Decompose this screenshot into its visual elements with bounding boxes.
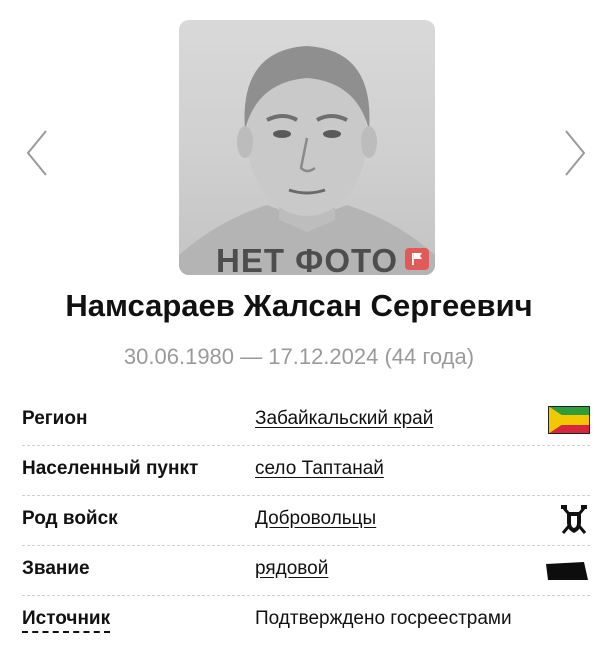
detail-row-branch: Род войск Добровольцы [22,496,590,546]
person-photo: НЕТ ФОТО [179,20,435,275]
portrait-sketch [179,46,435,275]
detail-row-settlement: Населенный пункт село Таптанай [22,446,590,496]
previous-arrow-icon[interactable] [24,128,52,178]
person-dates: 30.06.1980 — 17.12.2024 (44 года) [123,344,475,369]
settlement-link[interactable]: село Таптанай [255,458,384,480]
settlement-label: Населенный пункт [22,458,199,479]
branch-label: Род войск [22,508,118,529]
detail-row-region: Регион Забайкальский край [22,396,590,446]
next-arrow-icon[interactable] [560,128,588,178]
report-flag-button[interactable] [405,248,429,270]
detail-row-rank: Звание рядовой [22,546,590,596]
no-photo-label: НЕТ ФОТО [215,242,398,275]
source-value: Подтверждено госреестрами [255,608,512,629]
details-table: Регион Забайкальский край Населенный пун… [22,396,590,645]
flag-icon [412,253,422,265]
rank-label: Звание [22,558,90,579]
rank-link[interactable]: рядовой [255,558,328,580]
source-label[interactable]: Источник [22,608,111,633]
volunteers-emblem-icon [561,505,587,534]
region-label: Регион [22,408,88,429]
rank-insignia-icon [546,562,588,580]
region-link[interactable]: Забайкальский край [255,408,433,430]
zabaykalsky-flag-icon [548,406,590,434]
person-name: Намсараев Жалсан Сергеевич [65,288,533,323]
branch-link[interactable]: Добровольцы [255,508,376,530]
detail-row-source: Источник Подтверждено госреестрами [22,596,590,645]
